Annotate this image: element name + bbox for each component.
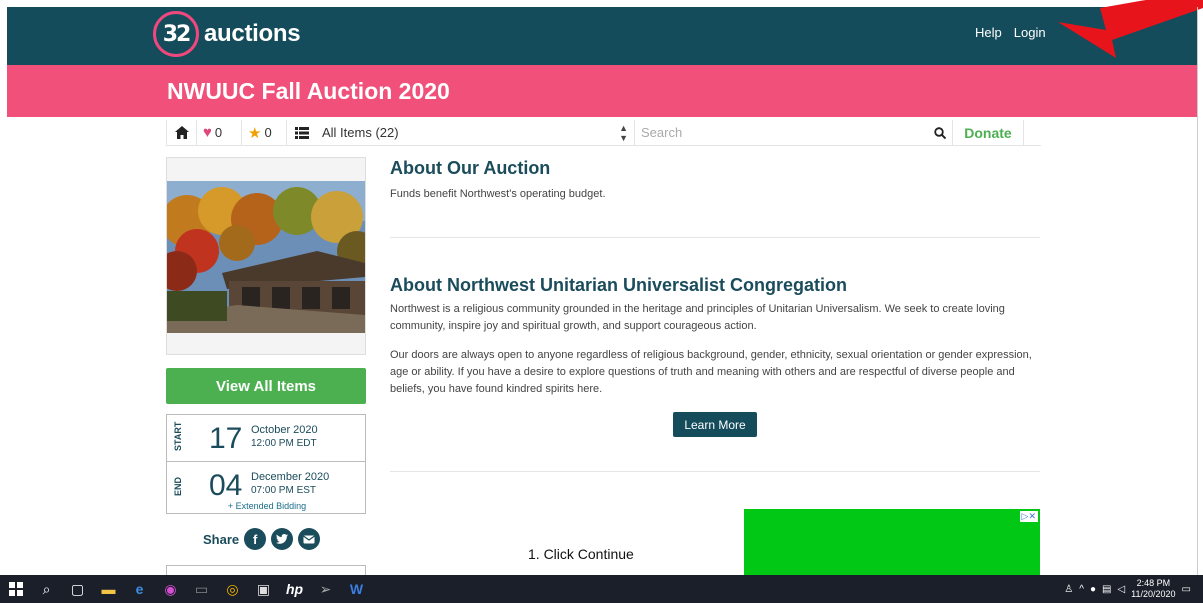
list-icon [294, 126, 309, 139]
keyboard-icon[interactable]: ▭ [186, 575, 217, 603]
tray-app-icon[interactable]: ● [1090, 584, 1096, 595]
section-divider [390, 471, 1040, 472]
site-header: 32 auctions Help Login [7, 7, 1197, 65]
star-icon: ★ [248, 124, 262, 142]
help-link[interactable]: Help [975, 25, 1002, 40]
start-date: START 17 October 2020 12:00 PM EDT [167, 415, 365, 462]
site-logo[interactable]: 32 auctions [153, 11, 301, 57]
file-explorer-icon[interactable]: ▬ [93, 575, 124, 603]
search-icon[interactable]: ⌕ [31, 575, 62, 603]
os-taskbar: ⌕ ▢ ▬ e ◉ ▭ ◎ ▣ hp ➢ W ♙ ^ ● ▤ ◁ 2:48 PM… [0, 575, 1203, 603]
heart-icon: ♥ [203, 124, 212, 141]
red-arrow-annotation [1058, 0, 1203, 58]
people-icon[interactable]: ♙ [1064, 584, 1073, 595]
about-org-heading: About Northwest Unitarian Universalist C… [390, 275, 848, 295]
clock-date: 11/20/2020 [1131, 589, 1176, 599]
start-month: October 2020 [251, 424, 318, 436]
task-view-icon[interactable]: ▢ [62, 575, 93, 603]
search-input[interactable]: Search [634, 119, 952, 146]
adchoices-icon[interactable]: ▷✕ [1019, 511, 1038, 522]
start-day: 17 [209, 422, 243, 455]
search-icon[interactable] [934, 126, 946, 139]
learn-more-button[interactable]: Learn More [673, 412, 757, 437]
clock-time: 2:48 PM [1136, 578, 1171, 588]
watchlist-button[interactable]: ★ 0 [241, 119, 286, 146]
about-auction-heading: About Our Auction [390, 158, 551, 178]
logo-wordmark: auctions [204, 20, 301, 47]
volume-icon[interactable]: ◁ [1117, 584, 1125, 595]
end-month: December 2020 [251, 471, 330, 483]
category-select-value: All Items (22) [322, 125, 399, 140]
auction-title: NWUUC Fall Auction 2020 [167, 78, 450, 104]
share-label: Share [203, 531, 240, 547]
section-divider [390, 237, 1040, 238]
share-bar: Share f [203, 528, 321, 550]
select-caret-icon: ▲ ▼ [619, 122, 628, 143]
auction-toolbar: ♥ 0 ★ 0 All Items (22) ▲ ▼ Search Donate [166, 119, 1041, 146]
app-icon[interactable]: ◉ [155, 575, 186, 603]
logo-badge: 32 [153, 11, 199, 57]
edge-icon[interactable]: e [124, 575, 155, 603]
end-day: 04 [209, 469, 243, 502]
word-icon[interactable]: W [341, 575, 372, 603]
home-icon [174, 126, 189, 139]
end-label: END [173, 476, 183, 496]
top-nav: Help Login [975, 25, 1046, 40]
search-placeholder: Search [641, 125, 683, 140]
about-org-paragraph-2: Our doors are always open to anyone rega… [390, 349, 1032, 395]
notification-icon[interactable]: ▭ [1182, 584, 1191, 595]
facebook-icon[interactable]: f [244, 528, 267, 550]
app-arrow-icon[interactable]: ➢ [310, 575, 341, 603]
extended-bidding-link[interactable]: + Extended Bidding [167, 501, 367, 511]
chevron-up-icon[interactable]: ^ [1079, 584, 1084, 595]
auction-photo-card [166, 157, 366, 355]
donate-button[interactable]: Donate [952, 119, 1024, 146]
home-button[interactable] [166, 119, 196, 146]
windows-start-icon[interactable] [0, 575, 31, 603]
favorites-button[interactable]: ♥ 0 [196, 119, 241, 146]
building-photo-image [167, 181, 365, 333]
scrollbar[interactable] [1197, 7, 1198, 575]
view-all-items-button[interactable]: View All Items [166, 368, 366, 404]
start-label: START [173, 421, 183, 451]
category-select[interactable]: All Items (22) ▲ ▼ [316, 120, 634, 146]
auction-dates-card: START 17 October 2020 12:00 PM EDT END 0… [166, 414, 366, 514]
list-view-button[interactable] [286, 119, 316, 146]
chrome-icon[interactable]: ◎ [217, 575, 248, 603]
watch-count: 0 [264, 125, 272, 140]
ad-text[interactable]: 1. Click Continue [528, 546, 634, 562]
system-clock[interactable]: 2:48 PM 11/20/2020 [1131, 578, 1175, 600]
ad-banner[interactable]: ▷✕ [744, 509, 1040, 575]
system-tray: ♙ ^ ● ▤ ◁ 2:48 PM 11/20/2020 ▭ [1064, 575, 1191, 603]
next-sidebar-card [166, 565, 366, 575]
start-time: 12:00 PM EDT [251, 438, 317, 449]
about-org-paragraph-1: Northwest is a religious community groun… [390, 303, 1005, 332]
twitter-icon[interactable] [271, 528, 294, 550]
email-icon[interactable] [298, 528, 321, 550]
network-icon[interactable]: ▤ [1102, 584, 1111, 595]
window-icon[interactable]: ▣ [248, 575, 279, 603]
favorites-count: 0 [214, 125, 223, 140]
auction-banner: NWUUC Fall Auction 2020 [7, 65, 1197, 117]
end-time: 07:00 PM EST [251, 485, 317, 496]
hp-icon[interactable]: hp [279, 575, 310, 603]
auction-photo [167, 181, 365, 333]
about-auction-text: Funds benefit Northwest's operating budg… [390, 188, 606, 200]
